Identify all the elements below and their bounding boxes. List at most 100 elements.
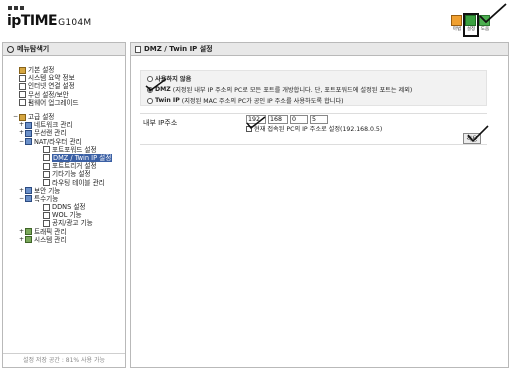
page-title: DMZ / Twin IP 설정 xyxy=(144,45,213,53)
expand-toggle-icon[interactable]: − xyxy=(19,138,24,146)
option-twinip[interactable]: Twin IP (지정된 MAC 주소의 PC가 공인 IP 주소를 사용하도록… xyxy=(147,96,344,105)
expand-toggle-icon[interactable]: − xyxy=(19,195,24,203)
tree-item-label: 공지/광고 기능 xyxy=(52,219,93,228)
ip-octet-4[interactable] xyxy=(310,115,328,124)
storage-status: 설정 저장 공간 : 81% 사용 가능 xyxy=(3,353,125,367)
folder-icon xyxy=(25,195,32,203)
tree-item[interactable]: 인터넷 연결 설정 xyxy=(3,82,125,90)
ip-octet-2[interactable] xyxy=(268,115,288,124)
page-icon xyxy=(19,91,26,99)
page-icon xyxy=(43,211,50,219)
brand-name: ipTIME xyxy=(7,13,58,29)
checkmark-annotation-icon xyxy=(145,78,167,91)
header: ipTIMEG104M 마법 설정 도움 xyxy=(0,0,511,38)
page-icon xyxy=(43,154,50,162)
tree-item[interactable]: + 트래픽 관리 xyxy=(3,228,125,236)
current-pc-label: 현재 접속된 PC의 IP 주소로 설정(192.168.0.5) xyxy=(254,126,383,133)
page-icon xyxy=(135,45,141,53)
folder-icon xyxy=(25,187,32,195)
page-icon xyxy=(19,99,26,107)
tree-item[interactable]: 무선 설정/보안 xyxy=(3,91,125,99)
option-twinip-label: Twin IP xyxy=(155,97,180,104)
tree-item[interactable]: 펌웨어 업그레이드 xyxy=(3,99,125,107)
tree-item-label: 포트트리거 설정 xyxy=(52,162,97,171)
setup-icon-button[interactable]: 설정 xyxy=(463,13,479,37)
tree-item-label: DMZ / Twin IP 설정 xyxy=(52,153,113,162)
divider xyxy=(140,113,487,114)
tree-item-label: 기본 설정 xyxy=(28,66,55,75)
folder-icon xyxy=(19,66,26,74)
tree-item[interactable]: DMZ / Twin IP 설정 xyxy=(3,153,125,162)
home-icon-button[interactable]: 마법 xyxy=(451,15,463,35)
setup-icon xyxy=(465,15,476,26)
expand-toggle-icon[interactable]: + xyxy=(19,129,24,137)
tree-item[interactable]: − NAT/라우터 관리 xyxy=(3,138,125,146)
tree-item-label: 트래픽 관리 xyxy=(34,227,67,236)
page-icon xyxy=(43,219,50,227)
tree-item-label: 무선 설정/보안 xyxy=(28,90,69,99)
square-icon xyxy=(8,6,12,10)
tool-icon xyxy=(25,236,32,244)
page-icon xyxy=(43,146,50,154)
tree-item[interactable]: − 특수기능 xyxy=(3,195,125,203)
tree-item-label: DDNS 설정 xyxy=(52,203,86,212)
option-twinip-desc: (지정된 MAC 주소의 PC가 공인 IP 주소를 사용하도록 합니다) xyxy=(181,98,344,105)
folder-icon xyxy=(25,138,32,146)
page-icon xyxy=(19,82,26,90)
tree-item-label: 기타기능 설정 xyxy=(52,170,91,179)
tree-item-label: 무선랜 관리 xyxy=(34,129,67,138)
window-controls xyxy=(8,6,24,10)
option-dmz-desc: (지정된 내부 IP 주소의 PC로 모든 포트를 개방합니다. 단, 포트포워… xyxy=(172,87,413,94)
tree-item-label: 특수기능 xyxy=(34,194,59,203)
square-icon xyxy=(20,6,24,10)
checkmark-annotation-icon xyxy=(246,116,266,130)
checkmark-annotation-icon xyxy=(479,3,507,24)
tree-item-label: NAT/라우터 관리 xyxy=(34,137,82,146)
tree-item-label: 보안 기능 xyxy=(34,186,61,195)
tree-item[interactable]: 라우팅 테이블 관리 xyxy=(3,178,125,187)
page-icon xyxy=(43,170,50,178)
ip-octet-3[interactable] xyxy=(290,115,308,124)
radio-twinip[interactable] xyxy=(147,97,153,104)
tree-item-label: 포트포워드 설정 xyxy=(52,145,97,154)
tree-item-label: 고급 설정 xyxy=(28,113,55,122)
tree-item-label: 라우팅 테이블 관리 xyxy=(52,178,105,187)
page-icon xyxy=(43,179,50,187)
folder-icon xyxy=(19,113,26,121)
option-dmz[interactable]: DMZ (지정된 내부 IP 주소의 PC로 모든 포트를 개방합니다. 단, … xyxy=(147,85,412,94)
page-icon xyxy=(19,74,26,82)
ip-label: 내부 IP주소 xyxy=(143,119,178,127)
menu-tree: 기본 설정 시스템 요약 정보 인터넷 연결 설정 무선 설정/보안 펌웨어 업그레이드… xyxy=(3,56,125,244)
tree-item[interactable]: + 보안 기능 xyxy=(3,187,125,195)
expand-toggle-icon[interactable]: − xyxy=(13,113,18,121)
expand-toggle-icon[interactable]: + xyxy=(19,121,24,129)
sidebar: 메뉴탐색기 기본 설정 시스템 요약 정보 인터넷 연결 설정 무선 설정/보안 펌웨어… xyxy=(2,42,126,368)
model-name: G104M xyxy=(58,18,92,28)
expand-toggle-icon[interactable]: + xyxy=(19,187,24,195)
tree-item-label: 시스템 관리 xyxy=(34,235,67,244)
home-icon xyxy=(451,15,462,26)
tree-item[interactable]: 포트포워드 설정 xyxy=(3,146,125,154)
expand-toggle-icon[interactable]: + xyxy=(19,236,24,244)
page-icon xyxy=(43,203,50,211)
tree-item[interactable]: 기타기능 설정 xyxy=(3,170,125,178)
search-icon xyxy=(7,45,14,53)
checkmark-annotation-icon xyxy=(467,125,489,143)
current-pc-checkbox-row[interactable]: 현재 접속된 PC의 IP 주소로 설정(192.168.0.5) xyxy=(246,124,382,133)
tree-item[interactable]: 기본 설정 xyxy=(3,66,125,74)
tool-icon xyxy=(25,228,32,236)
folder-icon xyxy=(25,121,32,129)
expand-toggle-icon[interactable]: + xyxy=(19,228,24,236)
tree-item[interactable]: + 시스템 관리 xyxy=(3,236,125,244)
tree-item[interactable]: 공지/광고 기능 xyxy=(3,219,125,227)
square-icon xyxy=(14,6,18,10)
setup-label: 설정 xyxy=(466,27,476,32)
tree-item-label: 인터넷 연결 설정 xyxy=(28,82,75,91)
mode-options: 사용하지 않음 DMZ (지정된 내부 IP 주소의 PC로 모든 포트를 개방… xyxy=(140,70,487,106)
tree-item-label: 펌웨어 업그레이드 xyxy=(28,98,79,107)
page-icon xyxy=(43,162,50,170)
tree-item[interactable]: DDNS 설정 xyxy=(3,203,125,211)
main-panel: DMZ / Twin IP 설정 사용하지 않음 DMZ (지정된 내부 IP … xyxy=(130,42,509,368)
tree-item[interactable]: − 고급 설정 xyxy=(3,113,125,121)
tree-item[interactable]: + 무선랜 관리 xyxy=(3,129,125,137)
